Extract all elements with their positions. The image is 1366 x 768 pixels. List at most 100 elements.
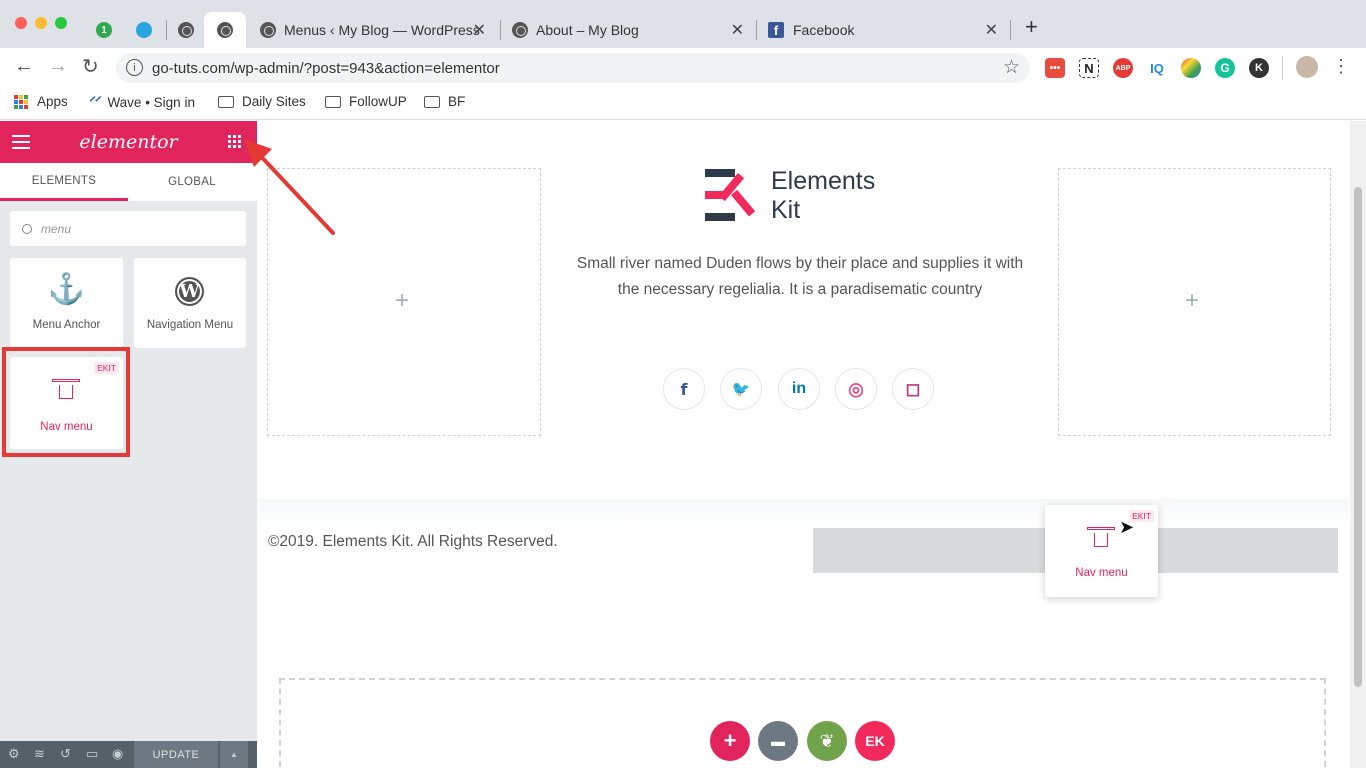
maximize-window-button[interactable] <box>55 17 67 29</box>
navigator-icon[interactable]: ≋ <box>34 746 45 762</box>
bookmark-label: Apps <box>37 94 68 109</box>
leaf-icon[interactable]: ❦ <box>807 721 847 761</box>
telegram-icon <box>136 22 152 38</box>
extension-icon[interactable]: ••• <box>1045 58 1065 78</box>
bookmark-wave[interactable]: ᐟᐟ Wave • Sign in <box>88 94 195 110</box>
search-value: menu <box>41 221 72 236</box>
linkedin-icon[interactable]: in <box>778 368 820 410</box>
preview-eye-icon[interactable]: ◉ <box>112 746 123 762</box>
profile-avatar[interactable] <box>1296 56 1318 78</box>
page-canvas: + + Elements Kit Small river named Duden… <box>257 121 1350 768</box>
bookmark-label: Wave • Sign in <box>107 94 195 110</box>
folder-icon <box>218 95 234 108</box>
ekit-badge: EKIT <box>94 362 119 374</box>
history-icon[interactable]: ↺ <box>60 746 71 762</box>
bookmark-star-icon[interactable]: ☆ <box>1003 56 1020 79</box>
tab-title: Menus ‹ My Blog — WordPress <box>284 22 480 38</box>
bookmark-label: FollowUP <box>349 94 407 109</box>
widget-label: Navigation Menu <box>146 319 234 331</box>
section-divider <box>257 499 1350 529</box>
back-button[interactable]: ← <box>14 55 34 78</box>
widget-nav-menu[interactable]: EKIT Nav menu <box>10 357 123 449</box>
bookmark-bf[interactable]: BF <box>424 94 465 109</box>
tab-menus[interactable]: Menus ‹ My Blog — WordPress ✕ <box>252 12 498 48</box>
tab-pinned-1[interactable]: 1 <box>88 12 126 48</box>
tab-title: About – My Blog <box>536 22 639 38</box>
url-text: go-tuts.com/wp-admin/?post=943&action=el… <box>152 59 500 77</box>
tab-strip: 1 Menus ‹ My Blog — WordPress ✕ About – … <box>0 0 1366 48</box>
empty-column-right[interactable]: + <box>1058 168 1331 436</box>
update-options-caret-icon[interactable]: ▲ <box>220 741 248 768</box>
tab-pinned-globe[interactable] <box>170 12 204 48</box>
panel-footer: ⚙ ≋ ↺ ▭ ◉ UPDATE ▲ <box>0 741 257 768</box>
wordpress-icon: W <box>175 277 204 306</box>
facebook-icon: f <box>768 22 784 38</box>
widget-menu-anchor[interactable]: ⚓ Menu Anchor <box>10 258 123 348</box>
grammarly-extension-icon[interactable]: G <box>1215 58 1235 78</box>
tab-about[interactable]: About – My Blog ✕ <box>504 12 756 48</box>
tab-pinned-telegram[interactable] <box>126 12 164 48</box>
nav-menu-icon <box>1087 527 1115 547</box>
instagram-icon[interactable]: ◻ <box>892 368 934 410</box>
close-window-button[interactable] <box>15 17 27 29</box>
bookmark-daily-sites[interactable]: Daily Sites <box>218 94 306 109</box>
iq-extension-icon[interactable]: IQ <box>1147 58 1167 78</box>
add-template-folder-icon[interactable]: ▬ <box>758 721 798 761</box>
tab-active-elementor[interactable] <box>204 12 246 48</box>
description-text: Small river named Duden flows by their p… <box>576 255 1024 298</box>
dribbble-icon[interactable]: ◎ <box>835 368 877 410</box>
annotation-arrow <box>244 139 335 235</box>
elementor-panel: elementor ELEMENTS GLOBAL menu ⚓ Menu An… <box>0 121 257 768</box>
forward-button[interactable]: → <box>48 55 68 78</box>
close-tab-icon[interactable]: ✕ <box>731 20 744 40</box>
dragging-nav-menu-widget[interactable]: EKIT Nav menu <box>1045 505 1158 597</box>
page-scrollbar[interactable] <box>1350 121 1366 768</box>
add-section-button[interactable]: + <box>710 721 750 761</box>
address-bar[interactable]: i go-tuts.com/wp-admin/?post=943&action=… <box>116 53 1030 83</box>
wave-icon: ᐟᐟ <box>88 94 100 109</box>
bookmark-followup[interactable]: FollowUP <box>325 94 407 109</box>
color-extension-icon[interactable] <box>1181 58 1201 78</box>
facebook-icon[interactable]: f <box>663 368 705 410</box>
close-tab-icon[interactable]: ✕ <box>473 20 486 40</box>
widget-search-input[interactable]: menu <box>10 211 246 246</box>
k-extension-icon[interactable]: K <box>1249 58 1269 78</box>
widget-navigation-menu[interactable]: W Navigation Menu <box>134 258 246 348</box>
settings-icon[interactable]: ⚙ <box>8 746 20 762</box>
logo-line2: Kit <box>771 196 801 224</box>
minimize-window-button[interactable] <box>35 17 47 29</box>
elementor-logo: elementor <box>79 131 178 153</box>
add-section-area[interactable] <box>279 678 1326 768</box>
mouse-cursor-icon: ➤ <box>1119 517 1135 537</box>
bookmarks-bar: Apps ᐟᐟ Wave • Sign in Daily Sites Follo… <box>0 86 1366 120</box>
tab-elements[interactable]: ELEMENTS <box>0 163 128 201</box>
folder-icon <box>424 95 440 108</box>
new-tab-button[interactable]: + <box>1025 14 1038 40</box>
widget-label: Nav menu <box>40 421 93 433</box>
panel-header: elementor <box>0 121 257 163</box>
bookmark-apps[interactable]: Apps <box>14 94 68 109</box>
scrollbar-thumb[interactable] <box>1354 187 1362 687</box>
tab-facebook[interactable]: f Facebook ✕ <box>760 12 1010 48</box>
twitter-icon[interactable]: 🐦 <box>720 368 762 410</box>
badge-icon: 1 <box>96 22 112 38</box>
notion-extension-icon[interactable]: N <box>1079 58 1099 78</box>
browser-menu-icon[interactable]: ⋮ <box>1332 56 1350 76</box>
elementskit-library-icon[interactable]: EK <box>855 721 895 761</box>
add-element-icon[interactable]: + <box>395 287 409 315</box>
reload-button[interactable]: ↻ <box>82 54 99 79</box>
folder-icon <box>325 95 341 108</box>
close-tab-icon[interactable]: ✕ <box>985 20 998 40</box>
bookmark-label: BF <box>448 94 466 109</box>
info-icon[interactable]: i <box>126 59 143 76</box>
globe-icon <box>178 22 194 38</box>
responsive-icon[interactable]: ▭ <box>86 746 98 762</box>
adblock-extension-icon[interactable]: ABP <box>1113 58 1133 78</box>
nav-menu-icon <box>52 379 80 399</box>
globe-icon <box>217 22 233 38</box>
add-element-icon[interactable]: + <box>1185 287 1199 315</box>
tab-global[interactable]: GLOBAL <box>128 163 256 201</box>
tab-title: Facebook <box>793 22 855 38</box>
update-button[interactable]: UPDATE <box>134 741 218 768</box>
copyright-text: ©2019. Elements Kit. All Rights Reserved… <box>268 533 558 550</box>
